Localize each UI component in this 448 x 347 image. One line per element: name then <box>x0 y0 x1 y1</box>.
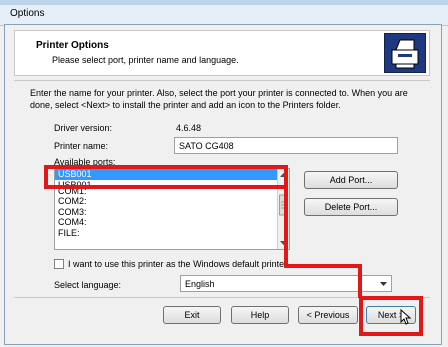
delete-port-button[interactable]: Delete Port... <box>304 198 398 216</box>
previous-button[interactable]: < Previous <box>298 306 358 324</box>
port-item-file[interactable]: FILE: <box>55 228 277 239</box>
wizard-header <box>14 30 430 76</box>
annotation-connector <box>284 264 362 268</box>
help-button[interactable]: Help <box>231 306 289 324</box>
instructions-text: Enter the name for your printer. Also, s… <box>30 88 408 110</box>
port-item-com4[interactable]: COM4: <box>55 217 277 228</box>
window-title: Options <box>10 8 45 19</box>
annotation-connector <box>358 264 362 298</box>
select-language-label: Select language: <box>54 280 122 290</box>
default-printer-label: I want to use this printer as the Window… <box>68 259 290 269</box>
printer-name-value: SATO CG408 <box>179 141 234 151</box>
driver-version-value: 4.6.48 <box>176 123 202 133</box>
printer-name-label: Printer name: <box>54 141 109 151</box>
title-bar <box>0 5 448 26</box>
header-subtitle: Please select port, printer name and lan… <box>52 55 239 65</box>
default-printer-checkbox[interactable] <box>54 259 64 269</box>
mouse-cursor-icon <box>400 308 412 327</box>
add-port-button[interactable]: Add Port... <box>304 171 398 189</box>
header-title: Printer Options <box>36 40 109 51</box>
port-item-com3[interactable]: COM3: <box>55 207 277 218</box>
next-highlight-annotation <box>359 296 423 336</box>
divider <box>14 80 430 81</box>
port-item-com2[interactable]: COM2: <box>55 196 277 207</box>
chevron-down-icon <box>379 279 388 290</box>
printer-name-input[interactable]: SATO CG408 <box>174 137 398 154</box>
language-value: English <box>185 279 215 289</box>
annotation-connector <box>284 166 288 268</box>
exit-button[interactable]: Exit <box>163 306 221 324</box>
port-highlight-annotation <box>44 165 288 189</box>
printer-icon <box>384 33 426 73</box>
driver-version-label: Driver version: <box>54 123 113 133</box>
